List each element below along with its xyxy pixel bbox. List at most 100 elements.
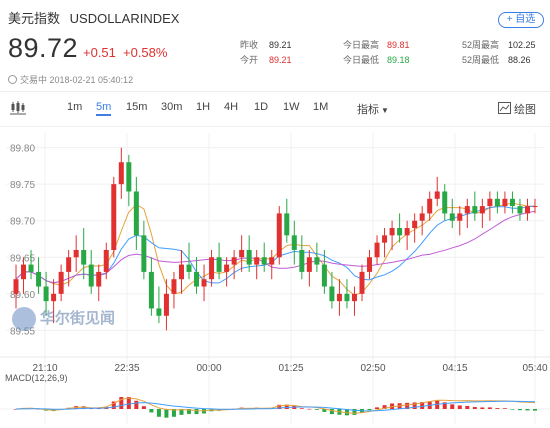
- y-tick-label: 89.75: [10, 180, 35, 191]
- candle-body: [517, 206, 523, 214]
- price-chart[interactable]: 89.8089.7589.7089.6589.6089.55 21:10 22:3…: [0, 127, 550, 428]
- candle-body: [359, 271, 365, 294]
- macd-histogram-bar: [329, 409, 334, 415]
- instrument-title: 美元指数 USDOLLARINDEX: [8, 8, 185, 27]
- macd-histogram-bar: [517, 409, 522, 411]
- candlestick-series: [13, 147, 538, 331]
- day-low-label: 今日最低: [343, 55, 380, 65]
- candle-body: [21, 264, 27, 280]
- candle-body: [141, 235, 147, 272]
- candle-body: [58, 271, 64, 294]
- candle-body: [532, 206, 538, 208]
- macd-histogram-bar: [164, 409, 169, 418]
- candle-body: [524, 206, 530, 214]
- period-30m[interactable]: 30m: [161, 101, 182, 113]
- macd-histogram-bar: [134, 400, 139, 409]
- candle-body: [351, 293, 357, 302]
- price-change-pct: +0.58%: [123, 45, 168, 60]
- w52-high-value: 102.25: [508, 40, 536, 50]
- macd-histogram-bar: [156, 409, 161, 417]
- macd-dif-line: [15, 397, 536, 414]
- macd-panel: [0, 397, 550, 418]
- x-tick-label: 05:40: [522, 363, 547, 374]
- macd-label: MACD(12,26,9): [5, 373, 68, 383]
- chart-grid: [0, 133, 550, 424]
- header-divider: [0, 91, 550, 92]
- candle-body: [66, 257, 72, 272]
- macd-histogram-bar: [465, 405, 470, 409]
- candlestick-type-icon[interactable]: [10, 99, 26, 115]
- draw-tool-button[interactable]: 绘图: [498, 101, 536, 117]
- indicators-dropdown[interactable]: 指标 ▼: [357, 101, 389, 117]
- watermark: 华尔街见闻: [12, 307, 115, 331]
- candle-body: [442, 191, 448, 214]
- y-tick-label: 89.65: [10, 253, 35, 264]
- add-watchlist-button[interactable]: + 自选: [498, 12, 544, 28]
- candle-body: [88, 264, 94, 287]
- candle-body: [329, 286, 335, 302]
- candle-body: [81, 249, 87, 265]
- indicators-label: 指标: [357, 104, 379, 116]
- trading-status: 交易中 2018-02-21 05:40:12: [8, 73, 133, 86]
- candle-body: [321, 264, 327, 287]
- candle-body: [51, 293, 57, 302]
- candle-body: [427, 198, 433, 214]
- x-tick-label: 04:15: [442, 363, 467, 374]
- candle-body: [412, 220, 418, 229]
- candle-body: [472, 206, 478, 214]
- macd-histogram-bar: [450, 404, 455, 409]
- instrument-symbol: USDOLLARINDEX: [69, 11, 180, 26]
- candle-body: [382, 235, 388, 243]
- moving-average-lines: [15, 202, 536, 296]
- candle-body: [306, 257, 312, 272]
- clock-icon: [8, 75, 17, 84]
- candle-body: [434, 191, 440, 199]
- period-15m[interactable]: 15m: [126, 101, 147, 113]
- macd-histogram-bar: [457, 405, 462, 409]
- candle-body: [344, 293, 350, 302]
- candle-body: [479, 206, 485, 214]
- x-tick-label: 02:50: [360, 363, 385, 374]
- day-high-value: 89.81: [387, 40, 410, 50]
- macd-histogram-bar: [502, 408, 507, 409]
- period-1w[interactable]: 1W: [283, 101, 300, 113]
- day-low-value: 89.18: [387, 55, 410, 65]
- candle-body: [111, 184, 117, 250]
- candle-body: [457, 213, 463, 221]
- period-1mo[interactable]: 1M: [313, 101, 328, 113]
- candle-body: [224, 264, 230, 272]
- period-5m[interactable]: 5m: [96, 101, 112, 116]
- candle-body: [299, 249, 305, 272]
- candle-body: [246, 249, 252, 265]
- chart-toolbar: 1m 5m 15m 30m 1H 4H 1D 1W 1M 指标 ▼ 绘图: [0, 99, 550, 119]
- candle-body: [148, 271, 154, 309]
- open-value: 89.21: [269, 55, 292, 65]
- candle-body: [231, 257, 237, 265]
- candle-body: [13, 279, 19, 294]
- macd-histogram-bar: [126, 397, 131, 409]
- x-axis: 21:10 22:35 00:00 01:25 02:50 04:15 05:40: [32, 363, 547, 374]
- macd-histogram-bar: [299, 408, 304, 409]
- macd-histogram-bar: [487, 407, 492, 409]
- macd-histogram-bar: [480, 407, 485, 409]
- w52-low-value: 88.26: [508, 55, 531, 65]
- candle-body: [389, 228, 395, 236]
- prev-close-value: 89.21: [269, 40, 292, 50]
- macd-histogram-bar: [510, 409, 515, 410]
- candle-body: [73, 249, 79, 258]
- draw-label: 绘图: [514, 104, 536, 116]
- macd-histogram-bar: [375, 407, 380, 409]
- period-1h[interactable]: 1H: [196, 101, 210, 113]
- period-1m[interactable]: 1m: [67, 101, 82, 113]
- candle-body: [397, 228, 403, 236]
- period-1d[interactable]: 1D: [254, 101, 268, 113]
- candle-body: [464, 206, 470, 214]
- candle-body: [186, 264, 192, 272]
- candle-body: [209, 257, 215, 280]
- candle-body: [103, 249, 109, 272]
- candle-body: [133, 191, 139, 236]
- candle-body: [239, 249, 245, 258]
- period-4h[interactable]: 4H: [224, 101, 238, 113]
- x-tick-label: 22:35: [114, 363, 139, 374]
- candle-body: [284, 213, 290, 236]
